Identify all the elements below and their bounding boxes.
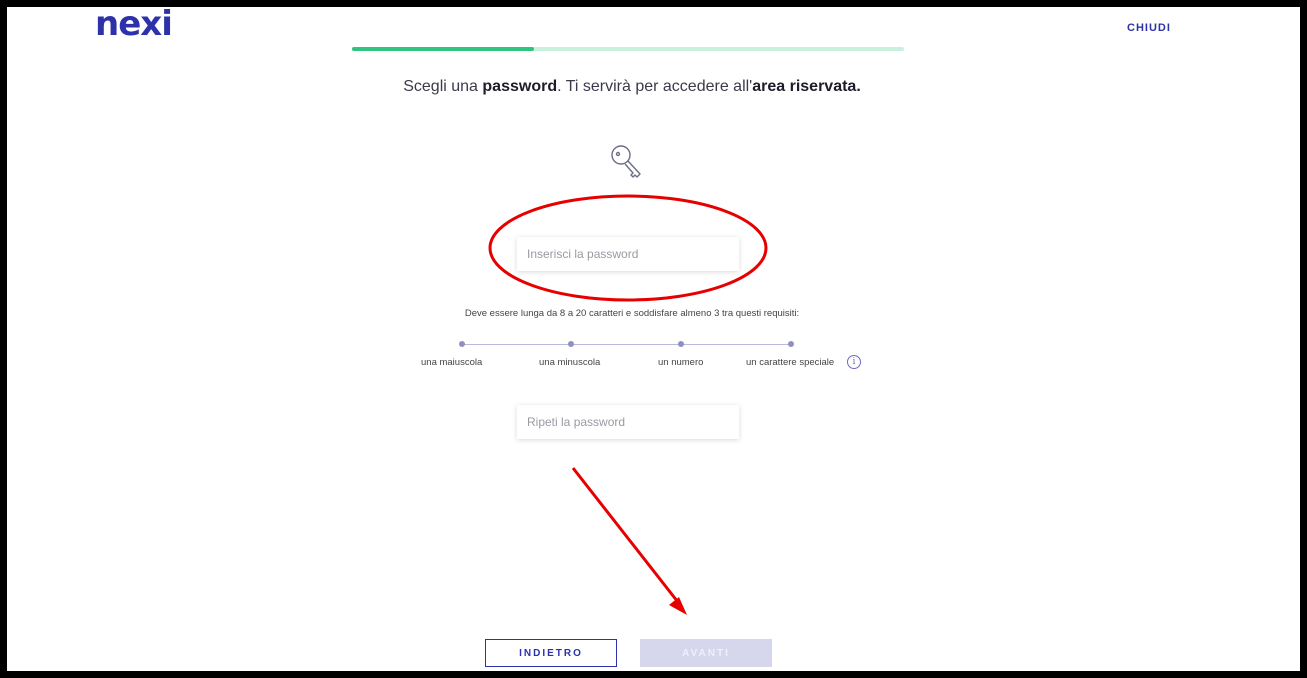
requirement-lowercase: una minuscola — [539, 357, 601, 368]
requirements-line — [462, 344, 792, 345]
headline-bold-password: password — [482, 78, 558, 95]
info-icon[interactable]: i — [847, 355, 861, 369]
requirement-number: un numero — [658, 357, 704, 368]
requirement-dot — [459, 341, 465, 347]
close-link[interactable]: CHIUDI — [1127, 22, 1171, 34]
key-icon — [611, 145, 641, 178]
password-input[interactable] — [517, 237, 739, 271]
annotation-arrow-head — [669, 597, 687, 615]
annotation-arrow-shaft — [571, 467, 683, 607]
progress-bar-fill — [352, 47, 535, 51]
requirements-intro: Deve essere lunga da 8 a 20 caratteri e … — [464, 308, 800, 319]
nexi-page: nexi CHIUDI Scegli una password. Ti serv… — [7, 7, 1300, 671]
back-button[interactable]: INDIETRO — [485, 639, 617, 667]
red-annotation-overlay — [488, 194, 768, 615]
password-field[interactable] — [517, 237, 739, 271]
headline-text-2: . Ti servirà per accedere all' — [557, 78, 753, 95]
requirement-uppercase: una maiuscola — [421, 357, 483, 368]
headline-text-1: Scegli una — [403, 78, 483, 95]
nexi-logo: nexi — [95, 7, 173, 44]
requirement-dot — [678, 341, 684, 347]
next-button[interactable]: AVANTI — [640, 639, 772, 667]
requirement-dot — [788, 341, 794, 347]
headline-bold-area: area riservata. — [752, 78, 861, 95]
confirm-password-input[interactable] — [517, 405, 739, 439]
confirm-password-field[interactable] — [517, 405, 739, 439]
requirement-special-char: un carattere speciale — [746, 357, 835, 368]
page-headline: Scegli una password. Ti servirà per acce… — [7, 78, 1257, 96]
requirement-dot — [568, 341, 574, 347]
progress-bar — [352, 47, 904, 51]
